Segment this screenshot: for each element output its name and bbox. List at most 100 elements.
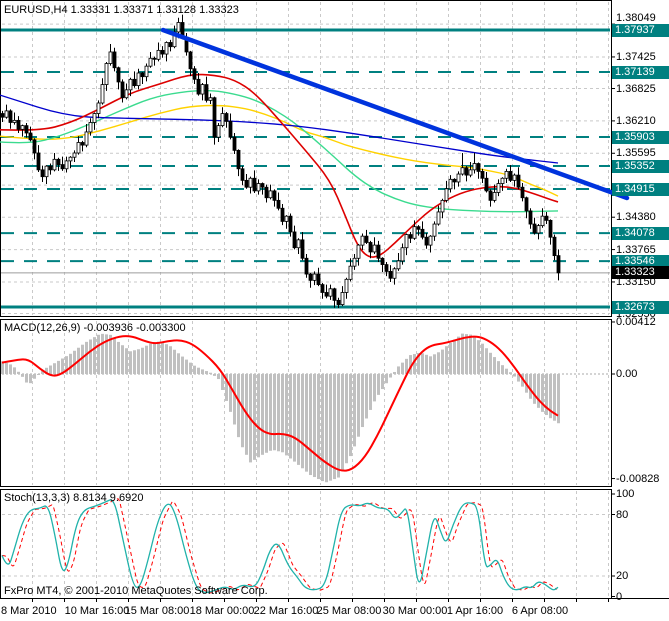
macd-histogram-bar — [477, 340, 480, 374]
macd-histogram-bar — [21, 374, 24, 377]
candle-body — [304, 257, 309, 275]
candle-body — [440, 199, 445, 213]
stoch-indicator-label: Stoch(13,3,3) 8.8134 9.6920 — [4, 492, 144, 504]
candle-body — [536, 225, 541, 234]
candle-body — [296, 239, 301, 249]
macd-histogram-bar — [385, 374, 388, 384]
macd-histogram-bar — [397, 366, 400, 374]
candle-body — [268, 190, 273, 199]
candle-body — [532, 223, 537, 234]
macd-histogram-bar — [285, 374, 288, 456]
candle-body — [284, 215, 289, 222]
candle-body — [64, 160, 69, 170]
candle-body — [548, 219, 553, 238]
candle-body — [300, 239, 305, 259]
candle-body — [200, 84, 205, 95]
candle-body — [464, 167, 469, 176]
macd-histogram-bar — [233, 374, 236, 425]
macd-histogram-bar — [481, 343, 484, 374]
macd-histogram-bar — [497, 361, 500, 374]
macd-histogram-bar — [129, 351, 132, 374]
macd-histogram-bar — [97, 334, 100, 374]
stoch-k-line — [1, 499, 559, 594]
candle-body — [124, 89, 129, 99]
price-axis-label: 1.37425 — [616, 50, 656, 63]
candle-body — [336, 299, 341, 305]
time-axis-label: 15 Mar 08:00 — [124, 605, 190, 617]
macd-histogram-bar — [425, 354, 428, 374]
candle-body — [404, 234, 409, 249]
candle-body — [88, 122, 93, 133]
macd-histogram-bar — [437, 352, 440, 374]
candle-body — [12, 119, 17, 123]
macd-histogram-bar — [85, 341, 88, 374]
price-level-label: 1.34915 — [612, 182, 669, 196]
macd-histogram-bar — [473, 336, 476, 374]
macd-axis-label: 0.00412 — [616, 315, 656, 328]
candle-body — [192, 68, 197, 80]
macd-histogram-bar — [121, 345, 124, 374]
candle-body — [544, 215, 549, 221]
candle-body — [244, 179, 249, 188]
macd-histogram-bar — [325, 374, 328, 483]
macd-histogram-bar — [297, 374, 300, 465]
candle-body — [312, 273, 317, 281]
macd-histogram-bar — [37, 374, 40, 375]
candle-body — [372, 244, 377, 253]
candle-body — [512, 174, 517, 181]
candle-body — [256, 183, 261, 192]
price-level-label: 1.37139 — [612, 65, 669, 79]
macd-histogram-bar — [69, 353, 72, 374]
candle-body — [168, 42, 173, 48]
macd-histogram-bar — [429, 356, 432, 374]
macd-histogram-bar — [389, 374, 392, 378]
candle-body — [40, 169, 45, 178]
candle-body — [280, 207, 285, 222]
trendline[interactable] — [160, 27, 630, 201]
candle-body — [152, 57, 157, 60]
candle-body — [128, 78, 133, 91]
candle-body — [400, 247, 405, 262]
candle-body — [248, 177, 253, 188]
candle-body — [332, 288, 337, 301]
macd-histogram-bar — [149, 343, 152, 374]
candle-body — [416, 226, 421, 230]
candle-body — [228, 121, 233, 138]
macd-histogram-bar — [313, 374, 316, 478]
candle-body — [236, 149, 241, 170]
macd-histogram-bar — [421, 353, 424, 374]
candle-body — [384, 264, 389, 272]
macd-histogram-bar — [441, 349, 444, 374]
candle-body — [136, 72, 141, 87]
candle-body — [340, 292, 345, 305]
macd-histogram-bar — [369, 374, 372, 410]
candle-body — [516, 174, 521, 188]
macd-histogram-bar — [185, 359, 188, 374]
candle-body — [368, 242, 373, 253]
price-axis-label: 1.35595 — [616, 147, 656, 160]
candle-body — [204, 84, 209, 101]
macd-histogram-bar — [117, 341, 120, 374]
macd-histogram-bar — [509, 372, 512, 374]
candle-body — [132, 78, 137, 87]
candle-body — [388, 271, 393, 279]
candle-body — [480, 171, 485, 179]
macd-histogram-bar — [513, 374, 516, 377]
macd-histogram-bar — [189, 362, 192, 374]
stoch-axis-label: 80 — [616, 508, 629, 521]
macd-histogram-bar — [373, 374, 376, 402]
macd-histogram-bar — [9, 364, 12, 374]
macd-histogram-bar — [181, 356, 184, 374]
candle-body — [348, 265, 353, 280]
macd-histogram-bar — [89, 339, 92, 374]
macd-histogram-bar — [501, 365, 504, 374]
candle-body — [148, 57, 153, 67]
macd-histogram-bar — [157, 341, 160, 374]
candle-body — [144, 65, 149, 78]
chart-canvas[interactable] — [0, 0, 669, 621]
macd-histogram-bar — [125, 348, 128, 374]
candle-body — [500, 177, 505, 184]
time-axis-label: 22 Mar 16:00 — [253, 605, 319, 617]
stoch-axis-label: 100 — [616, 488, 635, 500]
macd-histogram-bar — [533, 374, 536, 404]
